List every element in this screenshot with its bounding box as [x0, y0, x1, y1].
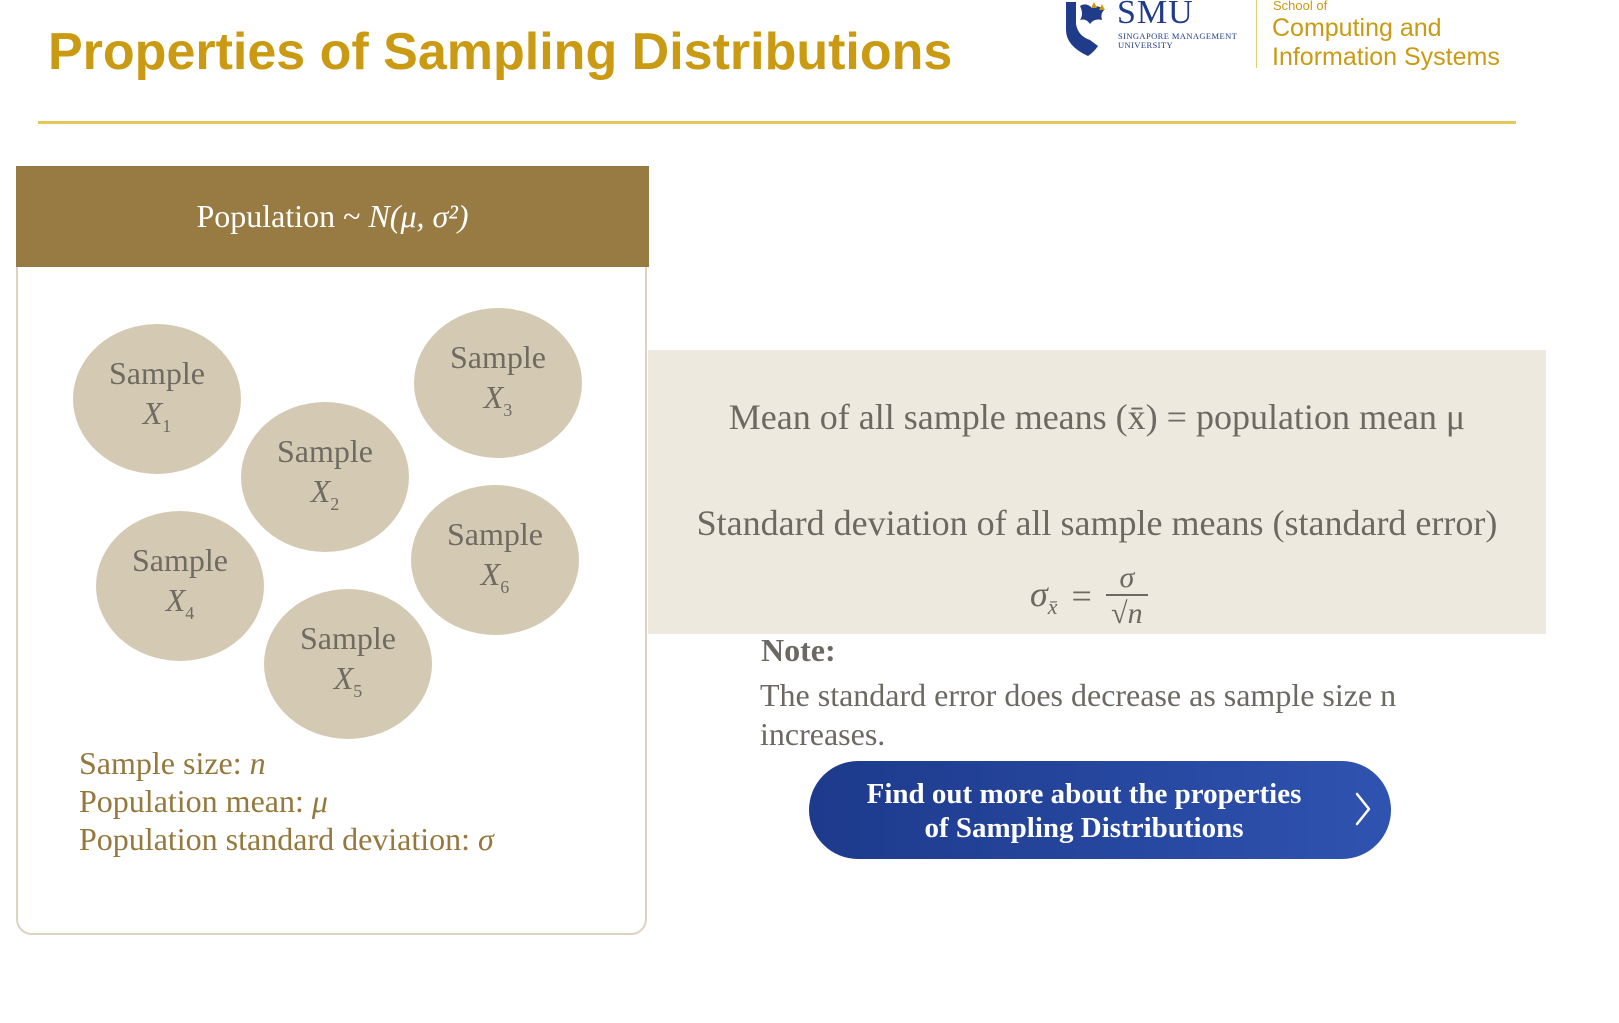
sample-word: Sample: [132, 541, 228, 578]
mean-property-text: Mean of all sample means (x̄) = populati…: [728, 397, 1466, 437]
smu-wordmark: SMU: [1117, 0, 1194, 31]
formula-equals: =: [1071, 576, 1092, 616]
param-label: Population mean:: [79, 783, 312, 819]
param-population-sd: Population standard deviation: σ: [79, 820, 494, 858]
sample-var-index: 6: [500, 576, 510, 597]
sample-word: Sample: [450, 338, 546, 375]
sample-word: Sample: [300, 619, 396, 656]
sample-circle-6: Sample X6: [411, 485, 579, 635]
sample-var-symbol: X: [165, 581, 186, 618]
note-text: The standard error does decrease as samp…: [760, 677, 1397, 752]
sample-word: Sample: [109, 354, 205, 391]
sample-var-index: 3: [503, 399, 513, 420]
sample-var-index: 1: [162, 415, 172, 436]
sample-circle-1: Sample X1: [73, 324, 241, 474]
sample-circle-2: Sample X2: [241, 402, 409, 552]
formula-fraction: σ √n: [1105, 560, 1148, 630]
param-population-mean: Population mean: μ: [79, 782, 494, 820]
note-label: Note:: [761, 632, 836, 668]
chevron-right-icon: [1355, 792, 1371, 826]
school-name-line-1: Computing and: [1272, 14, 1442, 42]
sample-circle-4: Sample X4: [96, 511, 264, 661]
school-prefix: School of: [1273, 0, 1328, 13]
standard-error-formula: σx̄ = σ √n: [1030, 556, 1148, 636]
param-symbol: σ: [478, 821, 494, 857]
cta-line-1: Find out more about the properties: [866, 778, 1302, 810]
sample-var-index: 2: [330, 493, 340, 514]
sample-variable: X2: [311, 471, 340, 524]
sample-circle-3: Sample X3: [414, 308, 582, 458]
param-label: Population standard deviation:: [79, 821, 479, 857]
sample-var-symbol: X: [483, 378, 504, 415]
school-name-line-2: Information Systems: [1272, 43, 1500, 71]
sample-circle-5: Sample X5: [264, 589, 432, 739]
param-label: Sample size:: [79, 745, 250, 781]
title-underline: [38, 121, 1516, 124]
school-name: Computing and Information Systems: [1272, 14, 1500, 72]
population-distribution: N(μ, σ²): [368, 198, 469, 234]
sample-var-symbol: X: [480, 555, 501, 592]
formula-sigma: σ: [1030, 573, 1048, 614]
param-symbol: n: [249, 745, 266, 781]
cta-line-2: of Sampling Distributions: [924, 812, 1244, 844]
param-sample-size: Sample size: n: [79, 744, 494, 782]
sample-word: Sample: [277, 432, 373, 469]
sample-var-symbol: X: [333, 659, 354, 696]
logo-divider: [1256, 0, 1257, 68]
find-out-more-label: Find out more about the properties of Sa…: [829, 777, 1339, 845]
param-symbol: μ: [311, 783, 328, 819]
formula-denominator: √n: [1111, 596, 1143, 630]
sample-variable: X1: [143, 393, 172, 446]
formula-subscript: x̄: [1047, 593, 1058, 619]
university-line-2: UNIVERSITY: [1118, 40, 1173, 50]
formula-numerator: σ: [1119, 560, 1135, 594]
university-name: SINGAPORE MANAGEMENT UNIVERSITY: [1118, 32, 1237, 50]
smu-lion-logo-icon: [1066, 2, 1105, 56]
formula-lhs: σx̄: [1030, 573, 1058, 620]
sample-var-index: 5: [353, 680, 363, 701]
sample-variable: X6: [481, 554, 510, 607]
sample-variable: X3: [484, 377, 513, 430]
find-out-more-button[interactable]: Find out more about the properties of Sa…: [809, 761, 1391, 859]
sample-variable: X4: [166, 580, 195, 633]
sample-word: Sample: [447, 515, 543, 552]
page-title: Properties of Sampling Distributions: [48, 23, 953, 81]
population-label: Population ~: [196, 198, 369, 234]
fraction-bar: [1105, 593, 1148, 596]
sample-var-symbol: X: [142, 394, 163, 431]
population-parameters: Sample size: n Population mean: μ Popula…: [79, 744, 494, 858]
standard-error-text: Standard deviation of all sample means (…: [696, 503, 1498, 543]
population-header: Population ~ N(μ, σ²): [16, 166, 649, 267]
sample-var-index: 4: [185, 602, 195, 623]
sample-var-symbol: X: [310, 472, 331, 509]
sample-variable: X5: [334, 658, 363, 711]
